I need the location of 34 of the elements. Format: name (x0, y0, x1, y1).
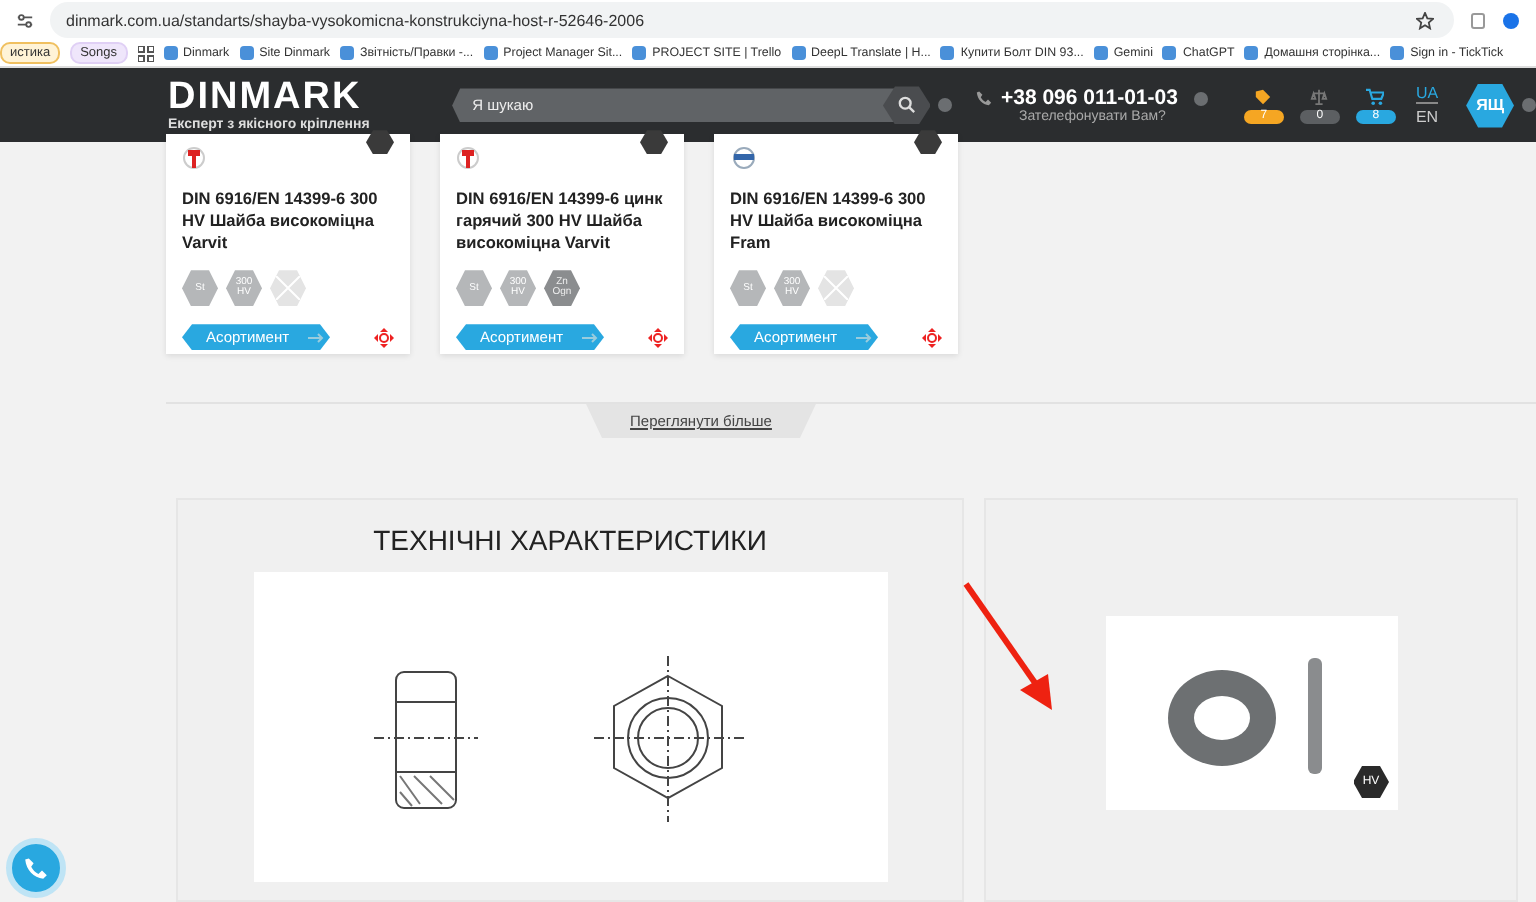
site-info-icon[interactable] (16, 11, 34, 30)
brand-logo-icon (730, 146, 758, 171)
empty-badge-icon (270, 270, 306, 307)
section-title: ТЕХНІЧНІ ХАРАКТЕРИСТИКИ (373, 524, 767, 556)
call-button[interactable] (6, 838, 66, 898)
phone-number[interactable]: +38 096 011-01-03 (1000, 86, 1178, 111)
url-text: dinmark.com.ua/standarts/shayba-vysokomicna-konstrukciyna-host-r-52646-2006 (66, 11, 647, 30)
cart-icon[interactable] (1366, 87, 1385, 106)
logo-text[interactable]: DINMARK (168, 78, 437, 119)
move-arrows-icon[interactable] (922, 327, 942, 348)
product-title[interactable]: DIN 6916/EN 14399-6 цинк гарячий 300 HV Шайба високоміцна Varvit (456, 188, 668, 255)
address-bar[interactable]: dinmark.com.ua/standarts/shayba-vysokomicna-konstrukciyna-host-r-52646-2006 (50, 2, 1454, 39)
hv-hex-icon (914, 130, 942, 155)
hv-hex-icon (640, 130, 668, 155)
language-link[interactable]: UA (1415, 84, 1439, 105)
product-title[interactable]: DIN 6916/EN 14399-6 300 HV Шайба високоміцна Fram (730, 188, 942, 255)
arrow-right-icon (308, 331, 324, 344)
search-icon[interactable] (882, 86, 931, 125)
move-arrows-icon[interactable] (648, 327, 668, 348)
phone-icon (24, 856, 48, 880)
move-arrows-icon[interactable] (374, 327, 394, 348)
arrow-right-icon (582, 331, 598, 344)
star-icon[interactable] (1416, 11, 1434, 30)
empty-badge-icon (818, 270, 854, 307)
hv-hex-icon (366, 130, 394, 155)
brand-logo-icon (182, 144, 206, 171)
arrow-right-icon (856, 331, 872, 344)
brand-logo-icon (456, 144, 480, 171)
phone-icon (976, 90, 993, 107)
product-title[interactable]: DIN 6916/EN 14399-6 300 HV Шайба високоміцна Varvit (182, 188, 394, 255)
language-link[interactable]: EN (1415, 108, 1439, 127)
scales-icon[interactable] (1310, 87, 1329, 106)
tag-icon[interactable] (1254, 87, 1273, 106)
apps-grid-icon[interactable] (137, 45, 154, 62)
